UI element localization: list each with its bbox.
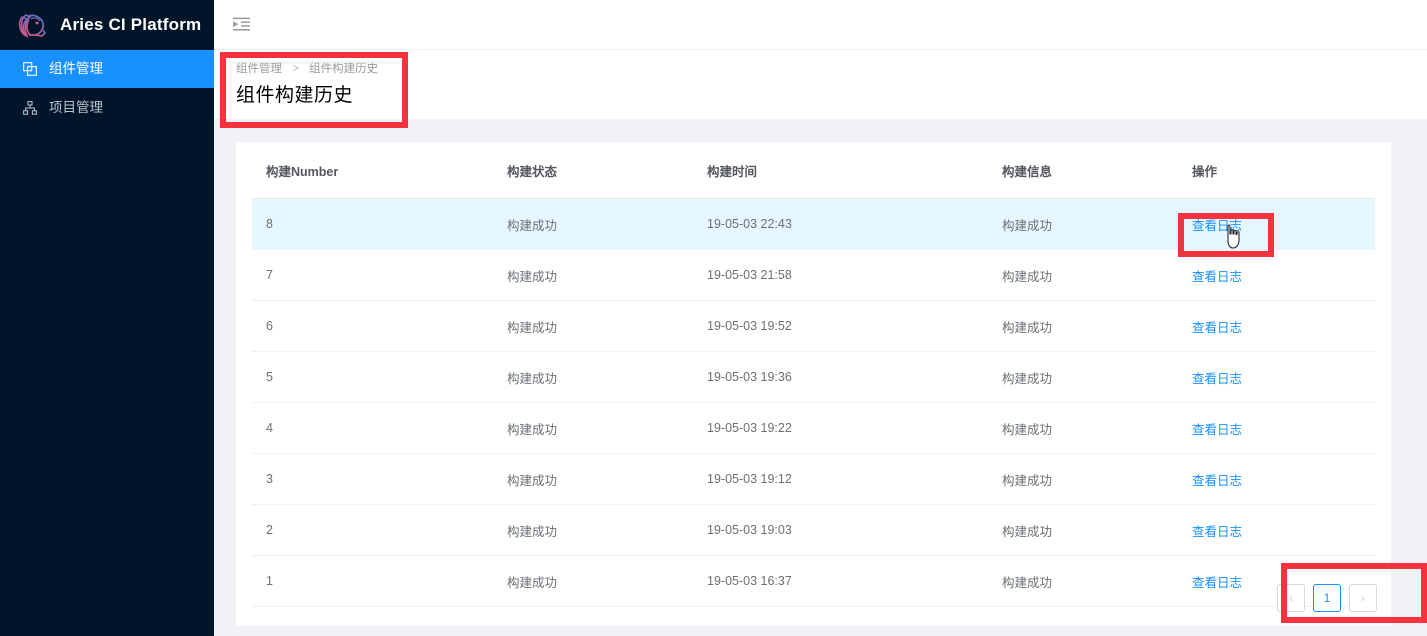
sidebar-item-label: 组件管理 bbox=[49, 61, 103, 77]
view-log-link[interactable]: 查看日志 bbox=[1192, 270, 1242, 284]
cell-build-number: 5 bbox=[252, 351, 507, 403]
cell-build-info: 构建成功 bbox=[1002, 351, 1192, 403]
view-log-link[interactable]: 查看日志 bbox=[1192, 321, 1242, 335]
view-log-link[interactable]: 查看日志 bbox=[1192, 219, 1242, 233]
cell-build-time: 19-05-03 19:03 bbox=[707, 504, 1002, 556]
cell-build-status: 构建成功 bbox=[507, 402, 707, 454]
table-row[interactable]: 5 构建成功 19-05-03 19:36 构建成功 查看日志 bbox=[252, 351, 1375, 403]
pagination-next-button[interactable]: › bbox=[1349, 583, 1377, 612]
sidebar-menu: 组件管理 项目管理 bbox=[0, 50, 214, 127]
breadcrumb-separator: > bbox=[292, 63, 299, 75]
column-header-build-time: 构建时间 bbox=[707, 141, 1002, 199]
cell-build-info: 构建成功 bbox=[1002, 453, 1192, 505]
cell-build-status: 构建成功 bbox=[507, 351, 707, 403]
pagination-page-1[interactable]: 1 bbox=[1313, 583, 1341, 612]
sidebar-item-component-management[interactable]: 组件管理 bbox=[0, 50, 214, 88]
breadcrumb-parent[interactable]: 组件管理 bbox=[236, 63, 282, 75]
column-header-build-number: 构建Number bbox=[252, 141, 507, 199]
table-row[interactable]: 7 构建成功 19-05-03 21:58 构建成功 查看日志 bbox=[252, 249, 1375, 301]
column-header-actions: 操作 bbox=[1192, 141, 1375, 199]
page-title: 组件构建历史 bbox=[236, 84, 354, 106]
cell-build-time: 19-05-03 22:43 bbox=[707, 198, 1002, 250]
cell-build-status: 构建成功 bbox=[507, 300, 707, 352]
brand-name: Aries CI Platform bbox=[60, 15, 202, 34]
cell-build-status: 构建成功 bbox=[507, 198, 707, 250]
view-log-link[interactable]: 查看日志 bbox=[1192, 576, 1242, 590]
cell-build-status: 构建成功 bbox=[507, 504, 707, 556]
cell-build-number: 7 bbox=[252, 249, 507, 301]
cell-build-number: 4 bbox=[252, 402, 507, 454]
sidebar-item-label: 项目管理 bbox=[49, 100, 103, 116]
build-history-card: 构建Number 构建状态 构建时间 构建信息 操作 8 构建成功 19-05-… bbox=[236, 141, 1391, 626]
cell-build-info: 构建成功 bbox=[1002, 504, 1192, 556]
cell-build-number: 8 bbox=[252, 198, 507, 250]
cell-build-info: 构建成功 bbox=[1002, 555, 1192, 607]
cell-build-time: 19-05-03 19:52 bbox=[707, 300, 1002, 352]
table-row[interactable]: 4 构建成功 19-05-03 19:22 构建成功 查看日志 bbox=[252, 402, 1375, 454]
table-row[interactable]: 1 构建成功 19-05-03 16:37 构建成功 查看日志 bbox=[252, 555, 1375, 607]
table-header-row: 构建Number 构建状态 构建时间 构建信息 操作 bbox=[252, 141, 1375, 199]
cell-build-status: 构建成功 bbox=[507, 249, 707, 301]
cell-build-number: 6 bbox=[252, 300, 507, 352]
table-body: 8 构建成功 19-05-03 22:43 构建成功 查看日志 7 构建成功 1… bbox=[252, 198, 1375, 607]
cell-build-time: 19-05-03 19:22 bbox=[707, 402, 1002, 454]
cell-build-status: 构建成功 bbox=[507, 555, 707, 607]
main-region: 组件管理 > 组件构建历史 组件构建历史 构建Number 构建状态 构建时间 … bbox=[214, 0, 1427, 636]
app-root: Aries CI Platform 组件管理 项目管理 组件管理 > 组件构建历… bbox=[0, 0, 1427, 636]
cell-build-info: 构建成功 bbox=[1002, 300, 1192, 352]
cell-build-number: 3 bbox=[252, 453, 507, 505]
column-header-build-status: 构建状态 bbox=[507, 141, 707, 199]
view-log-link[interactable]: 查看日志 bbox=[1192, 372, 1242, 386]
table-row[interactable]: 3 构建成功 19-05-03 19:12 构建成功 查看日志 bbox=[252, 453, 1375, 505]
cell-build-status: 构建成功 bbox=[507, 453, 707, 505]
content-area: 构建Number 构建状态 构建时间 构建信息 操作 8 构建成功 19-05-… bbox=[214, 120, 1427, 636]
table-row[interactable]: 2 构建成功 19-05-03 19:03 构建成功 查看日志 bbox=[252, 504, 1375, 556]
breadcrumb: 组件管理 > 组件构建历史 bbox=[236, 63, 1427, 76]
pagination: ‹ 1 › bbox=[1277, 583, 1377, 612]
table-head: 构建Number 构建状态 构建时间 构建信息 操作 bbox=[252, 141, 1375, 199]
breadcrumb-current: 组件构建历史 bbox=[309, 63, 379, 75]
topbar bbox=[214, 0, 1427, 50]
sidebar-item-project-management[interactable]: 项目管理 bbox=[0, 89, 214, 127]
table-row[interactable]: 8 构建成功 19-05-03 22:43 构建成功 查看日志 bbox=[252, 198, 1375, 250]
view-log-link[interactable]: 查看日志 bbox=[1192, 423, 1242, 437]
cell-build-number: 2 bbox=[252, 504, 507, 556]
view-log-link[interactable]: 查看日志 bbox=[1192, 474, 1242, 488]
cell-build-info: 构建成功 bbox=[1002, 402, 1192, 454]
page-header: 组件管理 > 组件构建历史 组件构建历史 bbox=[214, 50, 1427, 120]
cluster-icon bbox=[22, 100, 38, 116]
build-history-table: 构建Number 构建状态 构建时间 构建信息 操作 8 构建成功 19-05-… bbox=[252, 141, 1375, 607]
aries-ram-head-logo-icon bbox=[14, 6, 52, 44]
sidebar: Aries CI Platform 组件管理 项目管理 bbox=[0, 0, 214, 636]
column-header-build-info: 构建信息 bbox=[1002, 141, 1192, 199]
brand-logo-row[interactable]: Aries CI Platform bbox=[0, 0, 214, 50]
cell-build-time: 19-05-03 16:37 bbox=[707, 555, 1002, 607]
cell-build-info: 构建成功 bbox=[1002, 198, 1192, 250]
table-row[interactable]: 6 构建成功 19-05-03 19:52 构建成功 查看日志 bbox=[252, 300, 1375, 352]
appstore-icon bbox=[22, 61, 38, 77]
menu-fold-icon[interactable] bbox=[228, 12, 254, 38]
cell-build-time: 19-05-03 19:36 bbox=[707, 351, 1002, 403]
cell-build-time: 19-05-03 19:12 bbox=[707, 453, 1002, 505]
pagination-prev-button[interactable]: ‹ bbox=[1277, 583, 1305, 612]
view-log-link[interactable]: 查看日志 bbox=[1192, 525, 1242, 539]
cell-build-time: 19-05-03 21:58 bbox=[707, 249, 1002, 301]
cell-build-info: 构建成功 bbox=[1002, 249, 1192, 301]
cell-build-number: 1 bbox=[252, 555, 507, 607]
